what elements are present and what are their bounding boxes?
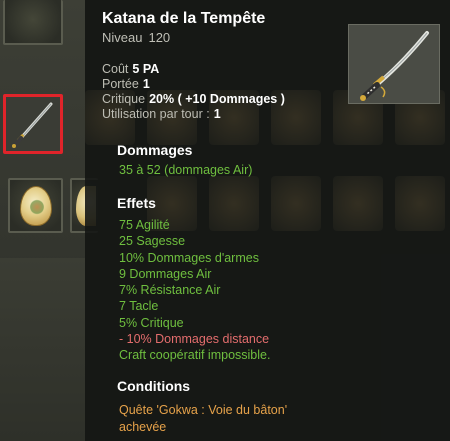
effect-value: 10%: [119, 250, 145, 265]
effect-value: 25: [119, 234, 133, 249]
condition-line: achevée: [119, 420, 167, 434]
effect-line: - 10% Dommages distance: [119, 331, 270, 347]
stat-critical: Critique 20% ( +10 Dommages ): [102, 92, 285, 106]
inventory-slot[interactable]: [3, 0, 63, 45]
stat-range: Portée 1: [102, 77, 150, 91]
effect-value: 7%: [119, 283, 138, 298]
stat-cost: Coût 5 PA: [102, 62, 160, 76]
effect-text: Craft coopératif impossible.: [119, 348, 271, 363]
effect-text: Dommages Air: [125, 266, 212, 281]
effect-text: Résistance Air: [137, 283, 221, 298]
effect-text: Agilité: [132, 218, 170, 232]
inventory-frame: [0, 258, 85, 441]
effect-line: 5% Critique: [119, 315, 270, 331]
item-level: Niveau 120: [102, 30, 170, 45]
effect-text: Tacle: [125, 299, 159, 314]
item-stats: Coût 5 PA Portée 1 Critique 20% ( +10 Domma…: [102, 62, 285, 122]
egg-icon: [20, 186, 52, 226]
level-value: 120: [148, 30, 171, 45]
effect-line: 7% Résistance Air: [119, 282, 270, 298]
damage-line: 35 à 52 (dommages Air): [119, 163, 253, 177]
effect-value: 5%: [119, 315, 138, 330]
effect-value: - 10%: [119, 332, 152, 347]
effect-text: Dommages d'armes: [144, 250, 259, 265]
effect-value: 75: [119, 218, 133, 232]
effect-line: 75 Agilité: [119, 217, 270, 233]
level-label: Niveau: [102, 30, 143, 45]
effect-line: Craft coopératif impossible.: [119, 347, 270, 363]
conditions-title: Conditions: [117, 378, 191, 394]
effect-value: 7: [119, 299, 126, 314]
katana-icon: [12, 102, 53, 148]
effect-line: 10% Dommages d'armes: [119, 250, 270, 266]
item-image: [348, 24, 440, 104]
effect-line: 7 Tacle: [119, 298, 270, 314]
conditions-text: Quête 'Gokwa : Voie du bâton' achevée: [119, 402, 287, 436]
katana-icon: [360, 31, 429, 101]
effects-title: Effets: [117, 195, 156, 211]
effects-list: 75 Agilité 25 Sagesse 10% Dommages d'armes…: [119, 217, 270, 364]
effect-line: 25 Sagesse: [119, 233, 270, 249]
effect-line: 9 Dommages Air: [119, 266, 270, 282]
effect-text: Dommages distance: [151, 332, 270, 347]
effect-text: Sagesse: [132, 234, 186, 249]
condition-line: Quête 'Gokwa : Voie du bâton': [119, 403, 288, 417]
stat-uses-per-turn: Utilisation par tour :1: [102, 107, 221, 121]
item-name: Katana de la Tempête: [102, 10, 266, 27]
damage-title: Dommages: [117, 142, 193, 158]
effect-value: 9: [119, 266, 126, 281]
inventory-slot-selected-weapon[interactable]: [3, 94, 63, 154]
effect-text: Critique: [137, 315, 184, 330]
inventory-slot-egg[interactable]: [8, 178, 63, 233]
